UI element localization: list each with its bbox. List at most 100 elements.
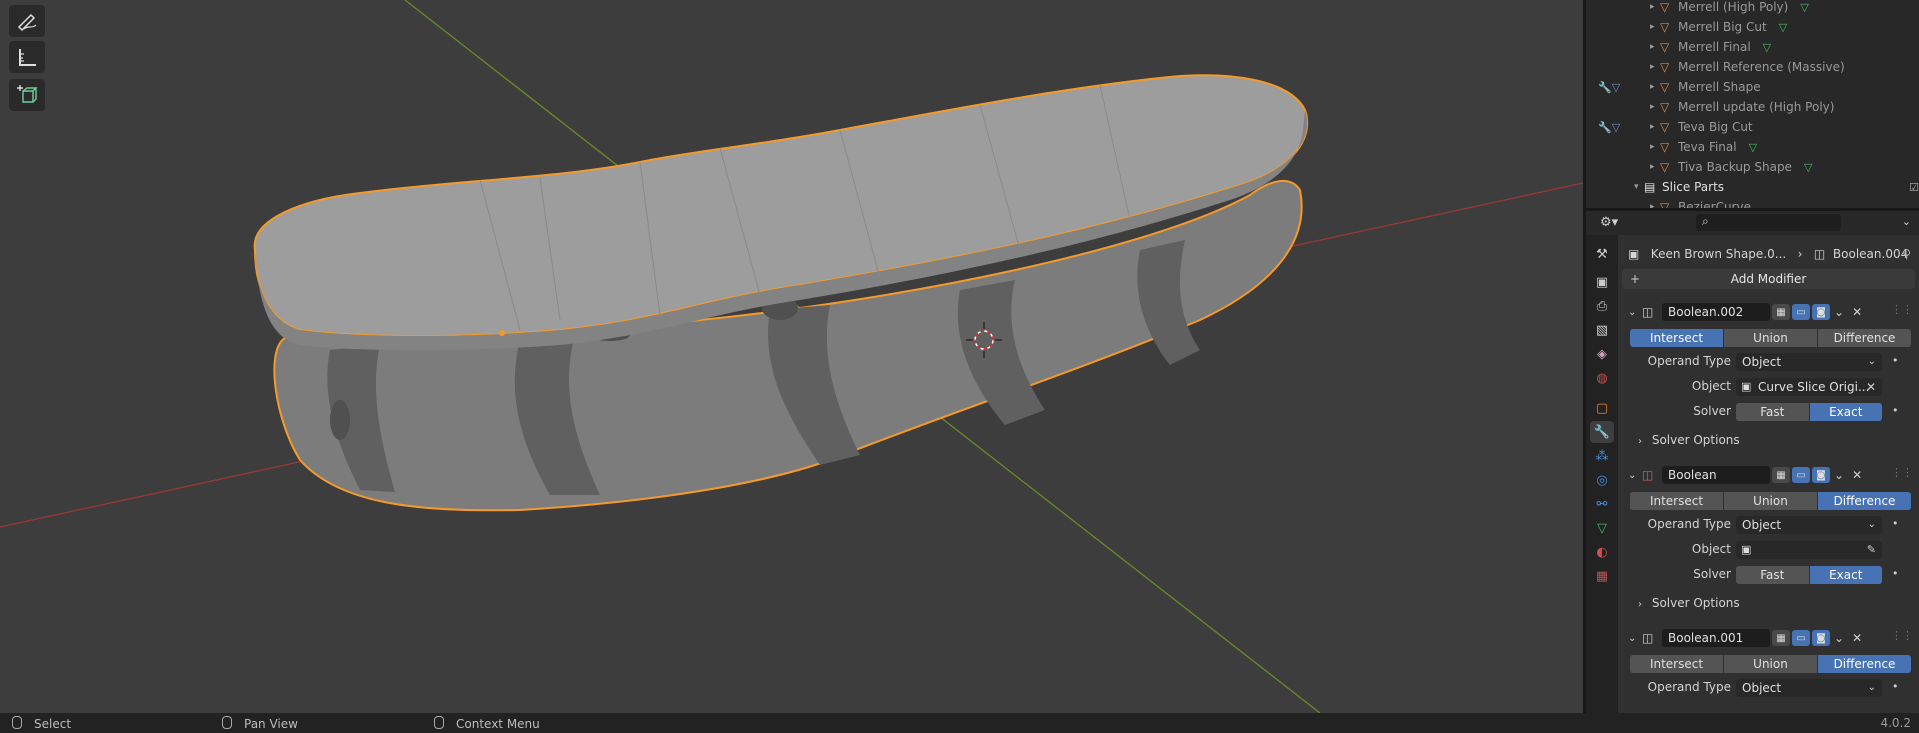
remove-modifier-icon[interactable]: ✕ <box>1852 631 1862 645</box>
keyframe-dot-icon[interactable]: • <box>1892 680 1899 693</box>
outliner-item[interactable]: ▸ ▽ Merrell update (High Poly) ◡ ◙ <box>1586 97 1919 117</box>
chevron-down-icon[interactable]: ⌄ <box>1628 470 1642 481</box>
solver-options-subpanel[interactable]: › Solver Options <box>1638 596 1740 610</box>
fast-solver-button[interactable]: Fast <box>1736 566 1809 584</box>
measure-tool-button[interactable] <box>9 41 45 73</box>
outliner-item[interactable]: ▸ ▽ BezierCurve <box>1586 197 1919 208</box>
world-tab-icon[interactable]: ◍ <box>1590 367 1614 389</box>
modifier-header[interactable]: ⌄ ◫ Boolean.002 ▦ ▭ ◙ ⌄ ✕ ⋮⋮ <box>1622 301 1919 323</box>
properties-search-input[interactable]: ⌕ <box>1696 214 1841 231</box>
keyframe-dot-icon[interactable]: • <box>1892 517 1899 530</box>
intersect-button[interactable]: Intersect <box>1630 492 1723 510</box>
dropdown-chevron-icon[interactable]: ⌄ <box>1834 305 1844 319</box>
chevron-down-icon[interactable]: ⌄ <box>1628 307 1642 318</box>
pin-icon[interactable]: ⚲ <box>1902 247 1911 261</box>
particles-tab-icon[interactable]: ⁂ <box>1590 445 1614 467</box>
expand-arrow-icon[interactable]: ▸ <box>1650 22 1660 32</box>
object-tab-icon[interactable]: ▢ <box>1590 397 1614 419</box>
add-cube-tool-button[interactable] <box>9 79 45 111</box>
modifier-name-field[interactable]: Boolean <box>1662 466 1770 484</box>
union-button[interactable]: Union <box>1724 655 1817 673</box>
union-button[interactable]: Union <box>1724 492 1817 510</box>
operand-type-dropdown[interactable]: Object ⌄ <box>1736 353 1882 371</box>
dropdown-chevron-icon[interactable]: ⌄ <box>1834 631 1844 645</box>
output-tab-icon[interactable]: ⎙ <box>1590 295 1614 317</box>
editor-type-icon[interactable]: ⚙▾ <box>1600 215 1618 230</box>
modifier-header[interactable]: ⌄ ◫ Boolean.001 ▦ ▭ ◙ ⌄ ✕ ⋮⋮ <box>1622 627 1919 649</box>
intersect-button[interactable]: Intersect <box>1630 655 1723 673</box>
render-toggle-icon[interactable]: ◙ <box>1812 304 1830 320</box>
scene-tab-icon[interactable]: ◈ <box>1590 343 1614 365</box>
viewport-display-toggle-icon[interactable]: ▭ <box>1792 467 1810 483</box>
difference-button[interactable]: Difference <box>1818 492 1911 510</box>
remove-modifier-icon[interactable]: ✕ <box>1852 305 1862 319</box>
keyframe-dot-icon[interactable]: • <box>1892 404 1899 417</box>
dropdown-chevron-icon[interactable]: ⌄ <box>1834 468 1844 482</box>
collection-icon: ▤ <box>1644 180 1656 194</box>
chevron-down-icon[interactable]: ⌄ <box>1902 215 1911 228</box>
union-button[interactable]: Union <box>1724 329 1817 347</box>
keyframe-dot-icon[interactable]: • <box>1892 567 1899 580</box>
remove-modifier-icon[interactable]: ✕ <box>1852 468 1862 482</box>
difference-button[interactable]: Difference <box>1818 329 1911 347</box>
outliner-item[interactable]: ▸ ▽ Merrell Big Cut ▽ ◡ ◙ <box>1586 17 1919 37</box>
difference-button[interactable]: Difference <box>1818 655 1911 673</box>
viewport-display-toggle-icon[interactable]: ▭ <box>1792 304 1810 320</box>
modifier-tab-icon[interactable]: 🔧 <box>1590 421 1614 443</box>
chevron-down-icon[interactable]: ⌄ <box>1628 633 1642 644</box>
exact-solver-button[interactable]: Exact <box>1809 403 1882 421</box>
material-tab-icon[interactable]: ◐ <box>1590 541 1614 563</box>
keyframe-dot-icon[interactable]: • <box>1892 354 1899 367</box>
collapse-arrow-icon[interactable]: ▾ <box>1634 182 1644 192</box>
viewport-display-toggle-icon[interactable]: ▭ <box>1792 630 1810 646</box>
operand-type-dropdown[interactable]: Object ⌄ <box>1736 679 1882 697</box>
expand-arrow-icon[interactable]: ▸ <box>1650 102 1660 112</box>
modifier-name-field[interactable]: Boolean.002 <box>1662 303 1770 321</box>
view-layer-tab-icon[interactable]: ▧ <box>1590 319 1614 341</box>
physics-tab-icon[interactable]: ◎ <box>1590 469 1614 491</box>
object-field[interactable]: ▣ ✎ <box>1736 541 1882 559</box>
expand-arrow-icon[interactable]: ▸ <box>1650 42 1660 52</box>
edit-mode-toggle-icon[interactable]: ▦ <box>1772 304 1790 320</box>
render-tab-icon[interactable]: ▣ <box>1590 271 1614 293</box>
drag-handle-icon[interactable]: ⋮⋮ <box>1891 629 1913 642</box>
outliner-item[interactable]: ▸ ▽ Merrell Shape 🔧▽ ◡ ◙ <box>1586 77 1919 97</box>
outliner-item[interactable]: ▸ ▽ Teva Big Cut 🔧▽ ◡ ◙ <box>1586 117 1919 137</box>
add-modifier-button[interactable]: + Add Modifier <box>1622 269 1915 289</box>
expand-arrow-icon[interactable]: ▸ <box>1650 2 1660 12</box>
intersect-button[interactable]: Intersect <box>1630 329 1723 347</box>
object-icon: ▣ <box>1741 380 1752 393</box>
eyedropper-icon[interactable]: ✎ <box>1867 541 1876 559</box>
constraints-tab-icon[interactable]: ⚯ <box>1590 493 1614 515</box>
modifier-header[interactable]: ⌄ ◫ Boolean ▦ ▭ ◙ ⌄ ✕ ⋮⋮ <box>1622 464 1919 486</box>
render-toggle-icon[interactable]: ◙ <box>1812 630 1830 646</box>
clear-icon[interactable]: ✕ <box>1866 378 1876 396</box>
outliner-item[interactable]: ▸ ▽ Merrell (High Poly) ▽ ◡ ◙ <box>1586 0 1919 17</box>
expand-arrow-icon[interactable]: ▸ <box>1650 62 1660 72</box>
fast-solver-button[interactable]: Fast <box>1736 403 1809 421</box>
operand-type-dropdown[interactable]: Object ⌄ <box>1736 516 1882 534</box>
object-field[interactable]: ▣ Curve Slice Origi... ✕ <box>1736 378 1882 396</box>
outliner-collection[interactable]: ▾ ▤ Slice Parts ☑ ◉ ◙ <box>1586 177 1919 197</box>
expand-arrow-icon[interactable]: ▸ <box>1650 162 1660 172</box>
tool-tab-icon[interactable]: ⚒ <box>1590 243 1614 265</box>
outliner-item[interactable]: ▸ ▽ Teva Final ▽ ◡ ◙ <box>1586 137 1919 157</box>
solver-options-subpanel[interactable]: › Solver Options <box>1638 433 1740 447</box>
outliner-item[interactable]: ▸ ▽ Tiva Backup Shape ▽ ◡ ◙ <box>1586 157 1919 177</box>
outliner-item[interactable]: ▸ ▽ Merrell Final ▽ ◡ ◙ <box>1586 37 1919 57</box>
annotate-tool-button[interactable] <box>9 5 45 37</box>
exact-solver-button[interactable]: Exact <box>1809 566 1882 584</box>
drag-handle-icon[interactable]: ⋮⋮ <box>1891 303 1913 316</box>
texture-tab-icon[interactable]: ▦ <box>1590 565 1614 587</box>
plus-icon: + <box>1630 272 1641 286</box>
drag-handle-icon[interactable]: ⋮⋮ <box>1891 466 1913 479</box>
data-tab-icon[interactable]: ▽ <box>1590 517 1614 539</box>
edit-mode-toggle-icon[interactable]: ▦ <box>1772 467 1790 483</box>
3d-viewport[interactable] <box>0 0 1583 713</box>
expand-arrow-icon[interactable]: ▸ <box>1650 142 1660 152</box>
exclude-checkbox-icon[interactable]: ☑ <box>1909 181 1919 194</box>
modifier-name-field[interactable]: Boolean.001 <box>1662 629 1770 647</box>
edit-mode-toggle-icon[interactable]: ▦ <box>1772 630 1790 646</box>
outliner-item[interactable]: ▸ ▽ Merrell Reference (Massive) ◡ ◙ <box>1586 57 1919 77</box>
render-toggle-icon[interactable]: ◙ <box>1812 467 1830 483</box>
